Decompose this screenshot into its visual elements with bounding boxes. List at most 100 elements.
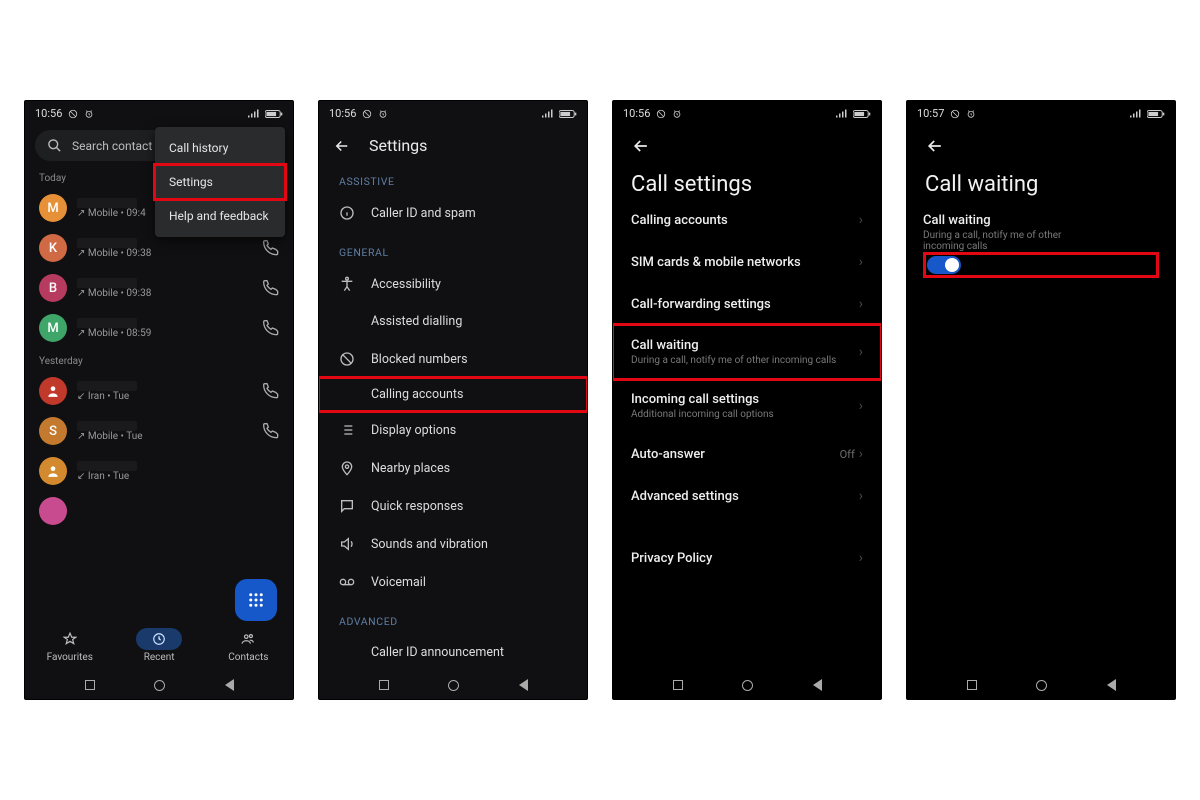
nav-recents[interactable] <box>379 680 389 690</box>
nav-recents[interactable] <box>85 680 95 690</box>
call-list-yesterday: ↙ Iran • Tue S ↗ Mobile • Tue ↙ Iran • T… <box>25 371 293 531</box>
contact-name-redacted <box>77 238 137 248</box>
back-icon[interactable] <box>333 137 351 155</box>
tab-favourites[interactable]: Favourites <box>47 628 93 663</box>
row-assisted-dialling[interactable]: Assisted dialling <box>319 303 587 340</box>
screen-1-recents: 10:56 Search contact Today M ↗ Mobile • … <box>24 100 294 700</box>
avatar: B <box>39 274 67 302</box>
call-icon[interactable] <box>263 320 279 336</box>
page-title: Settings <box>369 136 427 155</box>
call-icon[interactable] <box>263 423 279 439</box>
row-sounds-vibration[interactable]: Sounds and vibration <box>319 525 587 563</box>
call-row[interactable] <box>31 491 287 531</box>
section-yesterday: Yesterday <box>25 348 293 371</box>
chevron-right-icon: › <box>859 550 863 566</box>
avatar: K <box>39 234 67 262</box>
battery-icon <box>559 109 577 119</box>
call-row[interactable]: ↙ Iran • Tue <box>31 371 287 411</box>
android-nav <box>907 671 1175 699</box>
signal-icon <box>1129 109 1141 119</box>
row-auto-answer[interactable]: Auto-answer Off › <box>613 433 881 475</box>
tab-contacts[interactable]: Contacts <box>225 628 271 663</box>
nav-recents[interactable] <box>673 680 683 690</box>
nav-home[interactable] <box>448 680 459 691</box>
contact-name-redacted <box>77 278 137 288</box>
row-voicemail[interactable]: Voicemail <box>319 563 587 601</box>
avatar: M <box>39 314 67 342</box>
back-icon[interactable] <box>925 136 945 156</box>
app-bar: Call waiting <box>907 126 1175 199</box>
app-bar: Settings <box>319 126 587 161</box>
no-sim-icon <box>950 109 960 119</box>
status-bar: 10:56 <box>613 101 881 126</box>
location-icon <box>339 460 355 476</box>
contact-name-redacted <box>77 421 137 431</box>
row-calling-accounts[interactable]: Calling accounts › <box>613 199 881 241</box>
no-sim-icon <box>68 109 78 119</box>
call-sub: ↙ Iran • Tue <box>77 471 279 482</box>
call-sub: ↗ Mobile • Tue <box>77 431 253 442</box>
row-sim-networks[interactable]: SIM cards & mobile networks › <box>613 241 881 283</box>
avatar <box>39 497 67 525</box>
person-icon <box>46 384 60 398</box>
back-icon[interactable] <box>631 136 651 156</box>
app-bar: Call settings <box>613 126 881 199</box>
nav-home[interactable] <box>1036 680 1047 691</box>
row-blocked-numbers[interactable]: Blocked numbers <box>319 340 587 378</box>
menu-item-help[interactable]: Help and feedback <box>155 199 285 233</box>
clock: 10:56 <box>329 107 356 120</box>
row-caller-id-announcement[interactable]: Caller ID announcement <box>319 634 587 671</box>
nav-home[interactable] <box>742 680 753 691</box>
tab-label: Contacts <box>228 652 268 663</box>
row-display-options[interactable]: Display options <box>319 411 587 449</box>
call-row[interactable]: B ↗ Mobile • 09:38 <box>31 268 287 308</box>
nav-back[interactable] <box>813 679 822 691</box>
row-quick-responses[interactable]: Quick responses <box>319 487 587 525</box>
row-privacy-policy[interactable]: Privacy Policy › <box>613 537 881 579</box>
call-icon[interactable] <box>263 240 279 256</box>
call-waiting-toggle[interactable] <box>927 256 961 274</box>
nav-back[interactable] <box>1107 679 1116 691</box>
message-icon <box>339 498 355 514</box>
tab-recent[interactable]: Recent <box>136 628 182 663</box>
signal-icon <box>247 109 259 119</box>
row-label: Display options <box>371 423 567 438</box>
nav-back[interactable] <box>519 679 528 691</box>
row-advanced-settings[interactable]: Advanced settings › <box>613 475 881 517</box>
dialpad-fab[interactable] <box>235 579 277 621</box>
person-icon <box>46 464 60 478</box>
row-caller-id-spam[interactable]: Caller ID and spam <box>319 194 587 232</box>
highlight-box <box>923 252 1159 278</box>
row-call-waiting-toggle[interactable]: Call waiting During a call, notify me of… <box>907 199 1175 292</box>
call-sub: ↗ Mobile • 09:38 <box>77 248 253 259</box>
row-incoming-settings[interactable]: Incoming call settings Additional incomi… <box>613 379 881 433</box>
call-icon[interactable] <box>263 280 279 296</box>
row-call-waiting[interactable]: Call waiting During a call, notify me of… <box>613 325 881 379</box>
row-label: Advanced settings <box>631 489 859 504</box>
section-advanced: ADVANCED <box>319 601 587 634</box>
status-bar: 10:57 <box>907 101 1175 126</box>
call-row[interactable]: M ↗ Mobile • 08:59 <box>31 308 287 348</box>
chevron-right-icon: › <box>859 398 863 414</box>
row-label: Auto-answer <box>631 447 840 462</box>
menu-item-call-history[interactable]: Call history <box>155 131 285 165</box>
call-icon[interactable] <box>263 383 279 399</box>
row-label: Incoming call settings <box>631 392 859 407</box>
row-accessibility[interactable]: Accessibility <box>319 265 587 303</box>
row-nearby-places[interactable]: Nearby places <box>319 449 587 487</box>
clock-icon <box>152 632 166 646</box>
clock: 10:56 <box>623 107 650 120</box>
call-row[interactable]: S ↗ Mobile • Tue <box>31 411 287 451</box>
battery-icon <box>1147 109 1165 119</box>
row-calling-accounts[interactable]: Calling accounts <box>319 378 587 411</box>
call-row[interactable]: ↙ Iran • Tue <box>31 451 287 491</box>
menu-item-settings[interactable]: Settings <box>155 165 285 199</box>
row-label: Caller ID announcement <box>371 645 567 660</box>
row-call-forwarding[interactable]: Call-forwarding settings › <box>613 283 881 325</box>
chevron-right-icon: › <box>859 344 863 360</box>
row-sublabel: Additional incoming call options <box>631 409 859 420</box>
nav-recents[interactable] <box>967 680 977 690</box>
row-label: Nearby places <box>371 461 567 476</box>
nav-back[interactable] <box>225 679 234 691</box>
nav-home[interactable] <box>154 680 165 691</box>
